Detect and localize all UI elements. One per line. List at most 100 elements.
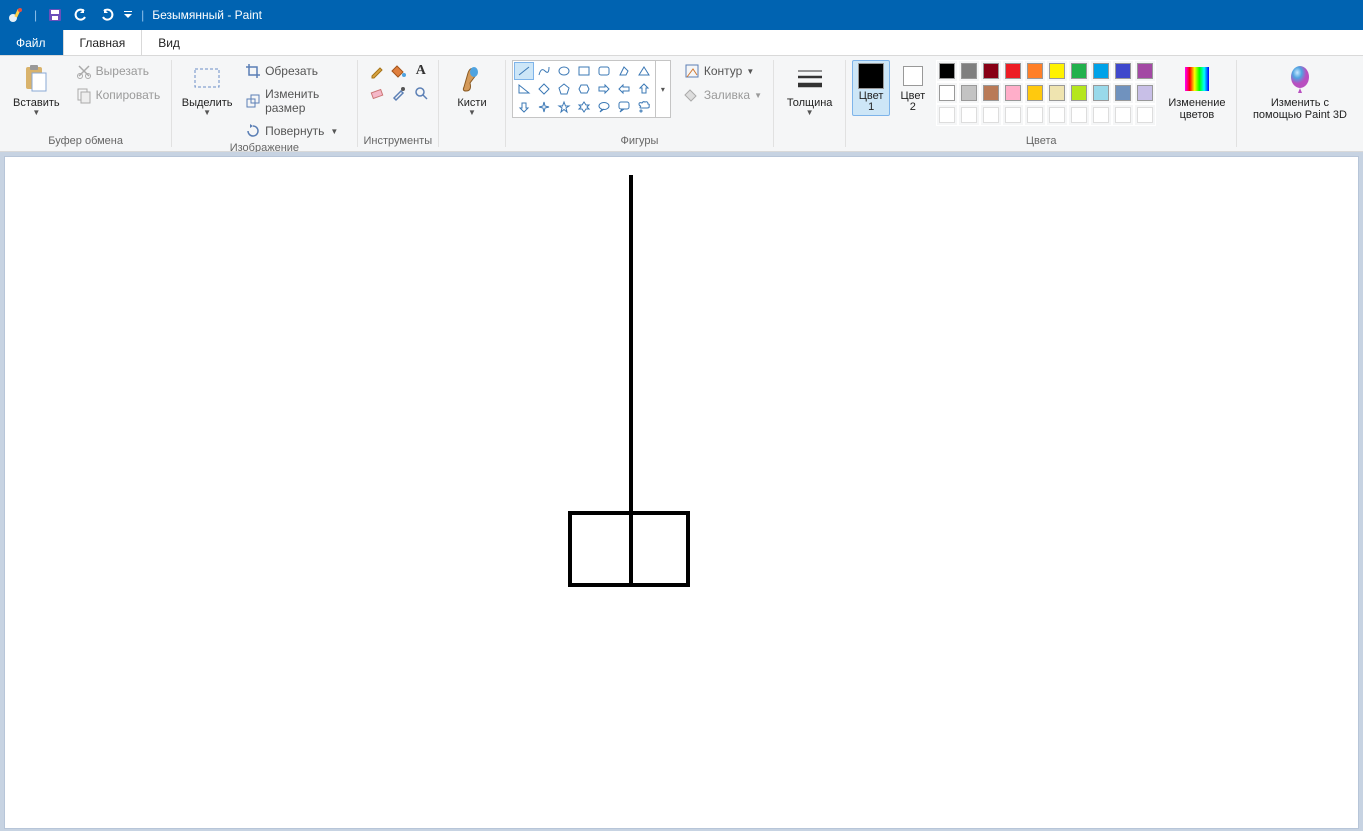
shape-callout-rect[interactable] — [615, 99, 633, 115]
group-clipboard: Вставить ▼ Вырезать Копировать Буфер обм… — [0, 56, 171, 151]
tab-file[interactable]: Файл — [0, 30, 63, 55]
stroke-size-button[interactable]: Толщина ▼ — [780, 60, 840, 120]
shape-right-triangle[interactable] — [515, 81, 533, 97]
palette-empty[interactable] — [1090, 104, 1112, 126]
cut-icon — [76, 63, 92, 79]
shape-callout-round[interactable] — [595, 99, 613, 115]
palette-color[interactable] — [1024, 82, 1046, 104]
app-icon[interactable] — [4, 3, 28, 27]
color1-swatch — [858, 63, 884, 89]
crop-icon — [245, 63, 261, 79]
tab-view[interactable]: Вид — [142, 30, 197, 55]
shape-roundrect[interactable] — [595, 63, 613, 79]
palette-color[interactable] — [1068, 60, 1090, 82]
rotate-button[interactable]: Повернуть ▼ — [240, 120, 351, 142]
cut-button[interactable]: Вырезать — [71, 60, 166, 82]
palette-empty[interactable] — [1046, 104, 1068, 126]
palette-color[interactable] — [1134, 82, 1156, 104]
copy-button[interactable]: Копировать — [71, 84, 166, 106]
rotate-icon — [245, 123, 261, 139]
palette-color[interactable] — [980, 82, 1002, 104]
select-icon — [191, 63, 223, 95]
shapes-gallery[interactable] — [512, 60, 656, 118]
palette-color[interactable] — [1068, 82, 1090, 104]
palette-color[interactable] — [1090, 60, 1112, 82]
canvas[interactable] — [5, 157, 1358, 828]
shape-callout-cloud[interactable] — [635, 99, 653, 115]
edit-colors-button[interactable]: Изменение цветов — [1164, 60, 1230, 124]
drawing-content — [5, 157, 1358, 828]
shape-diamond[interactable] — [535, 81, 553, 97]
palette-color[interactable] — [1112, 60, 1134, 82]
shape-polygon[interactable] — [615, 63, 633, 79]
palette-empty[interactable] — [1068, 104, 1090, 126]
shape-fill-button[interactable]: Заливка ▼ — [679, 84, 767, 106]
palette-color[interactable] — [958, 60, 980, 82]
paste-dropdown-icon: ▼ — [32, 109, 40, 117]
palette-empty[interactable] — [1002, 104, 1024, 126]
paint3d-button[interactable]: Изменить спомощью Paint 3D — [1243, 60, 1357, 124]
shape-outline-button[interactable]: Контур ▼ — [679, 60, 767, 82]
palette-color[interactable] — [1112, 82, 1134, 104]
qat-customize-button[interactable] — [121, 3, 135, 27]
palette-color[interactable] — [1002, 60, 1024, 82]
group-brushes: Кисти ▼ — [439, 56, 505, 151]
shape-arrow-up[interactable] — [635, 81, 653, 97]
palette-color[interactable] — [1090, 82, 1112, 104]
palette-empty[interactable] — [958, 104, 980, 126]
tool-text[interactable]: A — [410, 60, 432, 82]
group-label-clipboard: Буфер обмена — [48, 135, 123, 149]
shape-curve[interactable] — [535, 63, 553, 79]
rotate-dropdown-icon: ▼ — [330, 127, 338, 136]
palette-color[interactable] — [1134, 60, 1156, 82]
select-button[interactable]: Выделить ▼ — [178, 60, 236, 120]
palette-color[interactable] — [980, 60, 1002, 82]
palette-color[interactable] — [1046, 82, 1068, 104]
palette-color[interactable] — [1002, 82, 1024, 104]
palette-empty[interactable] — [1024, 104, 1046, 126]
tool-fill[interactable] — [388, 60, 410, 82]
group-colors: Цвет 1 Цвет 2 Изменение цветов Цвета — [846, 56, 1236, 151]
group-paint3d: Изменить спомощью Paint 3D — [1237, 56, 1363, 151]
palette-color[interactable] — [958, 82, 980, 104]
palette-empty[interactable] — [1134, 104, 1156, 126]
palette-color[interactable] — [1046, 60, 1068, 82]
color1-button[interactable]: Цвет 1 — [852, 60, 890, 116]
palette-empty[interactable] — [980, 104, 1002, 126]
undo-button[interactable] — [69, 3, 93, 27]
redo-button[interactable] — [95, 3, 119, 27]
paste-button[interactable]: Вставить ▼ — [6, 60, 67, 120]
shape-arrow-right[interactable] — [595, 81, 613, 97]
shapes-expand-button[interactable]: ▾ — [656, 60, 671, 118]
crop-button[interactable]: Обрезать — [240, 60, 351, 82]
tab-home[interactable]: Главная — [63, 30, 143, 55]
shape-rect[interactable] — [575, 63, 593, 79]
shape-oval[interactable] — [555, 63, 573, 79]
select-dropdown-icon: ▼ — [203, 109, 211, 117]
tool-eraser[interactable] — [366, 82, 388, 104]
shape-star4[interactable] — [535, 99, 553, 115]
shape-pentagon[interactable] — [555, 81, 573, 97]
palette-empty[interactable] — [1112, 104, 1134, 126]
tool-magnifier[interactable] — [410, 82, 432, 104]
tool-picker[interactable] — [388, 82, 410, 104]
shape-star5[interactable] — [555, 99, 573, 115]
shape-triangle[interactable] — [635, 63, 653, 79]
palette-color[interactable] — [936, 60, 958, 82]
tool-pencil[interactable] — [366, 60, 388, 82]
canvas-workspace — [0, 152, 1363, 831]
shape-hexagon[interactable] — [575, 81, 593, 97]
palette-color[interactable] — [1024, 60, 1046, 82]
shape-arrow-down[interactable] — [515, 99, 533, 115]
color2-button[interactable]: Цвет 2 — [894, 60, 932, 116]
shape-star6[interactable] — [575, 99, 593, 115]
color2-label: Цвет 2 — [899, 91, 927, 113]
palette-color[interactable] — [936, 82, 958, 104]
shape-line[interactable] — [515, 63, 533, 79]
brushes-button[interactable]: Кисти ▼ — [445, 60, 499, 120]
group-image: Выделить ▼ Обрезать Изменить размер Пове… — [172, 56, 357, 151]
save-button[interactable] — [43, 3, 67, 27]
shape-arrow-left[interactable] — [615, 81, 633, 97]
palette-empty[interactable] — [936, 104, 958, 126]
resize-button[interactable]: Изменить размер — [240, 84, 351, 118]
